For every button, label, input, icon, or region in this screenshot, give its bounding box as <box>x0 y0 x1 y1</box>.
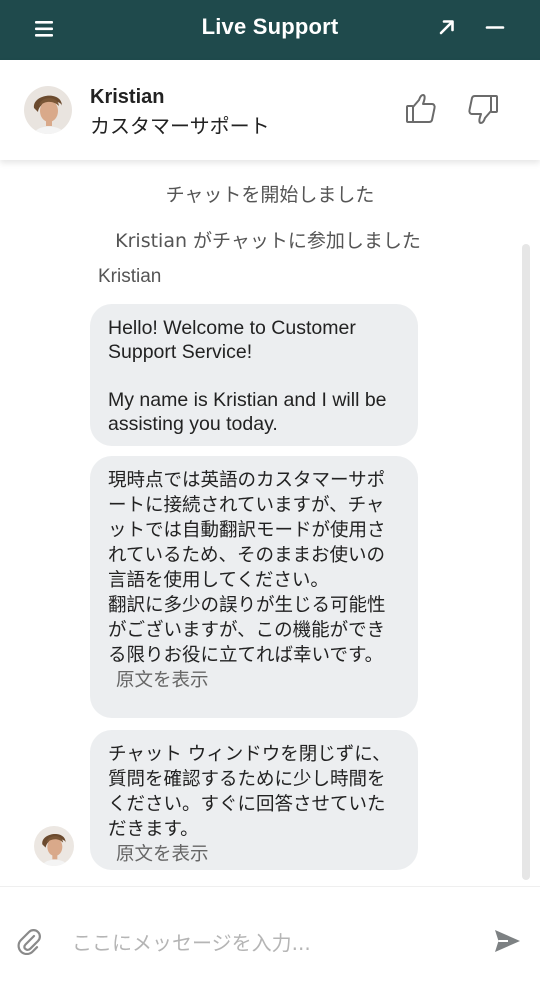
agent-name: Kristian <box>90 86 165 108</box>
minimize-icon[interactable] <box>480 12 510 42</box>
message-text: 現時点では英語のカスタマーサポートに接続されていますが、チャットでは自動翻訳モー… <box>108 470 386 666</box>
message-input[interactable] <box>72 923 472 963</box>
message-bubble-welcome: Hello! Welcome to Customer Support Servi… <box>90 304 418 446</box>
message-text: チャット ウィンドウを閉じずに、質問を確認するために少し時間をください。すぐに回… <box>108 744 391 840</box>
paperclip-icon[interactable] <box>16 927 42 956</box>
message-bubble-translation-notice: 現時点では英語のカスタマーサポートに接続されていますが、チャットでは自動翻訳モー… <box>90 456 418 718</box>
agent-role: カスタマーサポート <box>90 114 270 138</box>
chat-scrollbar[interactable] <box>522 244 530 880</box>
agent-avatar <box>34 826 74 866</box>
chat-transcript: チャットを開始しました Kristian がチャットに参加しました Kristi… <box>0 160 540 886</box>
show-original-link[interactable]: 原文を表示 <box>116 842 400 866</box>
expand-arrow-icon[interactable] <box>432 12 462 42</box>
system-message-chat-started: チャットを開始しました <box>165 184 375 206</box>
title-bar: Live Support <box>0 0 540 60</box>
thumbs-up-icon[interactable] <box>402 90 440 128</box>
message-composer <box>0 886 540 984</box>
message-bubble-please-wait: チャット ウィンドウを閉じずに、質問を確認するために少し時間をください。すぐに回… <box>90 730 418 870</box>
agent-header: Kristian カスタマーサポート <box>0 60 540 160</box>
system-message-agent-joined: Kristian がチャットに参加しました <box>115 230 421 252</box>
thumbs-down-icon[interactable] <box>464 90 502 128</box>
message-text: Hello! Welcome to Customer Support Servi… <box>108 317 356 363</box>
sender-label: Kristian <box>98 266 162 287</box>
message-text: My name is Kristian and I will be assist… <box>108 389 387 435</box>
agent-avatar <box>24 86 72 134</box>
send-icon[interactable] <box>492 927 522 955</box>
show-original-link[interactable]: 原文を表示 <box>116 669 209 690</box>
